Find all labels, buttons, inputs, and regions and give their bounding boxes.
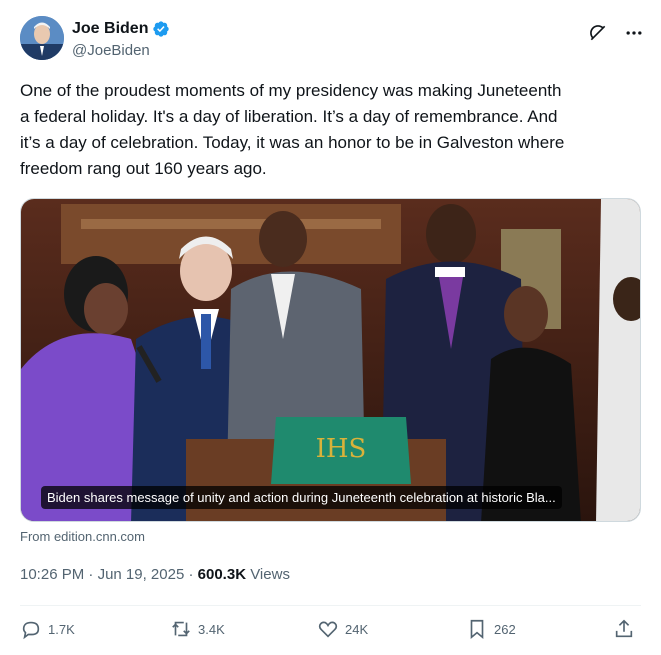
reply-icon <box>22 621 40 640</box>
tweet-meta: 10:26 PM · Jun 19, 2025 · 600.3K Views <box>20 566 290 583</box>
repost-button[interactable]: 3.4K <box>170 618 225 640</box>
meta-separator-2: · <box>184 566 198 583</box>
tweet-time[interactable]: 10:26 PM <box>20 566 84 583</box>
media-image[interactable]: IHS <box>21 199 641 522</box>
media-card[interactable]: IHS Biden shares message of unity and ac… <box>20 198 641 522</box>
grok-icon[interactable] <box>587 22 609 44</box>
share-icon <box>615 619 633 638</box>
tweet-text: One of the proudest moments of my presid… <box>20 81 565 178</box>
more-icon[interactable] <box>623 22 645 44</box>
heart-icon <box>318 621 338 638</box>
bookmark-button[interactable]: 262 <box>466 618 516 640</box>
like-button[interactable]: 24K <box>317 618 368 640</box>
views-label: Views <box>246 566 290 583</box>
svg-text:IHS: IHS <box>316 434 367 464</box>
link-source[interactable]: From edition.cnn.com <box>20 529 145 544</box>
verified-badge-icon <box>153 21 170 37</box>
header-actions <box>587 22 645 44</box>
meta-separator: · <box>84 566 98 583</box>
repost-icon <box>172 621 190 637</box>
avatar[interactable] <box>20 16 64 60</box>
author-handle[interactable]: @JoeBiden <box>72 42 170 59</box>
reply-button[interactable]: 1.7K <box>20 618 75 640</box>
tweet-date[interactable]: Jun 19, 2025 <box>98 566 185 583</box>
tweet-header: Joe Biden @JoeBiden <box>20 16 645 64</box>
views-count: 600.3K <box>197 566 247 583</box>
author-name-row[interactable]: Joe Biden <box>72 18 170 40</box>
share-button[interactable] <box>613 618 641 640</box>
media-caption: Biden shares message of unity and action… <box>41 486 562 509</box>
bookmark-icon <box>470 619 484 640</box>
like-count: 24K <box>345 621 369 637</box>
author-name[interactable]: Joe Biden <box>72 20 148 38</box>
reply-count: 1.7K <box>48 621 75 637</box>
author-names: Joe Biden @JoeBiden <box>72 18 170 59</box>
action-bar: 1.7K 3.4K 24K 262 <box>20 618 641 646</box>
repost-count: 3.4K <box>198 621 225 637</box>
divider <box>20 605 641 606</box>
bookmark-count: 262 <box>494 621 516 637</box>
